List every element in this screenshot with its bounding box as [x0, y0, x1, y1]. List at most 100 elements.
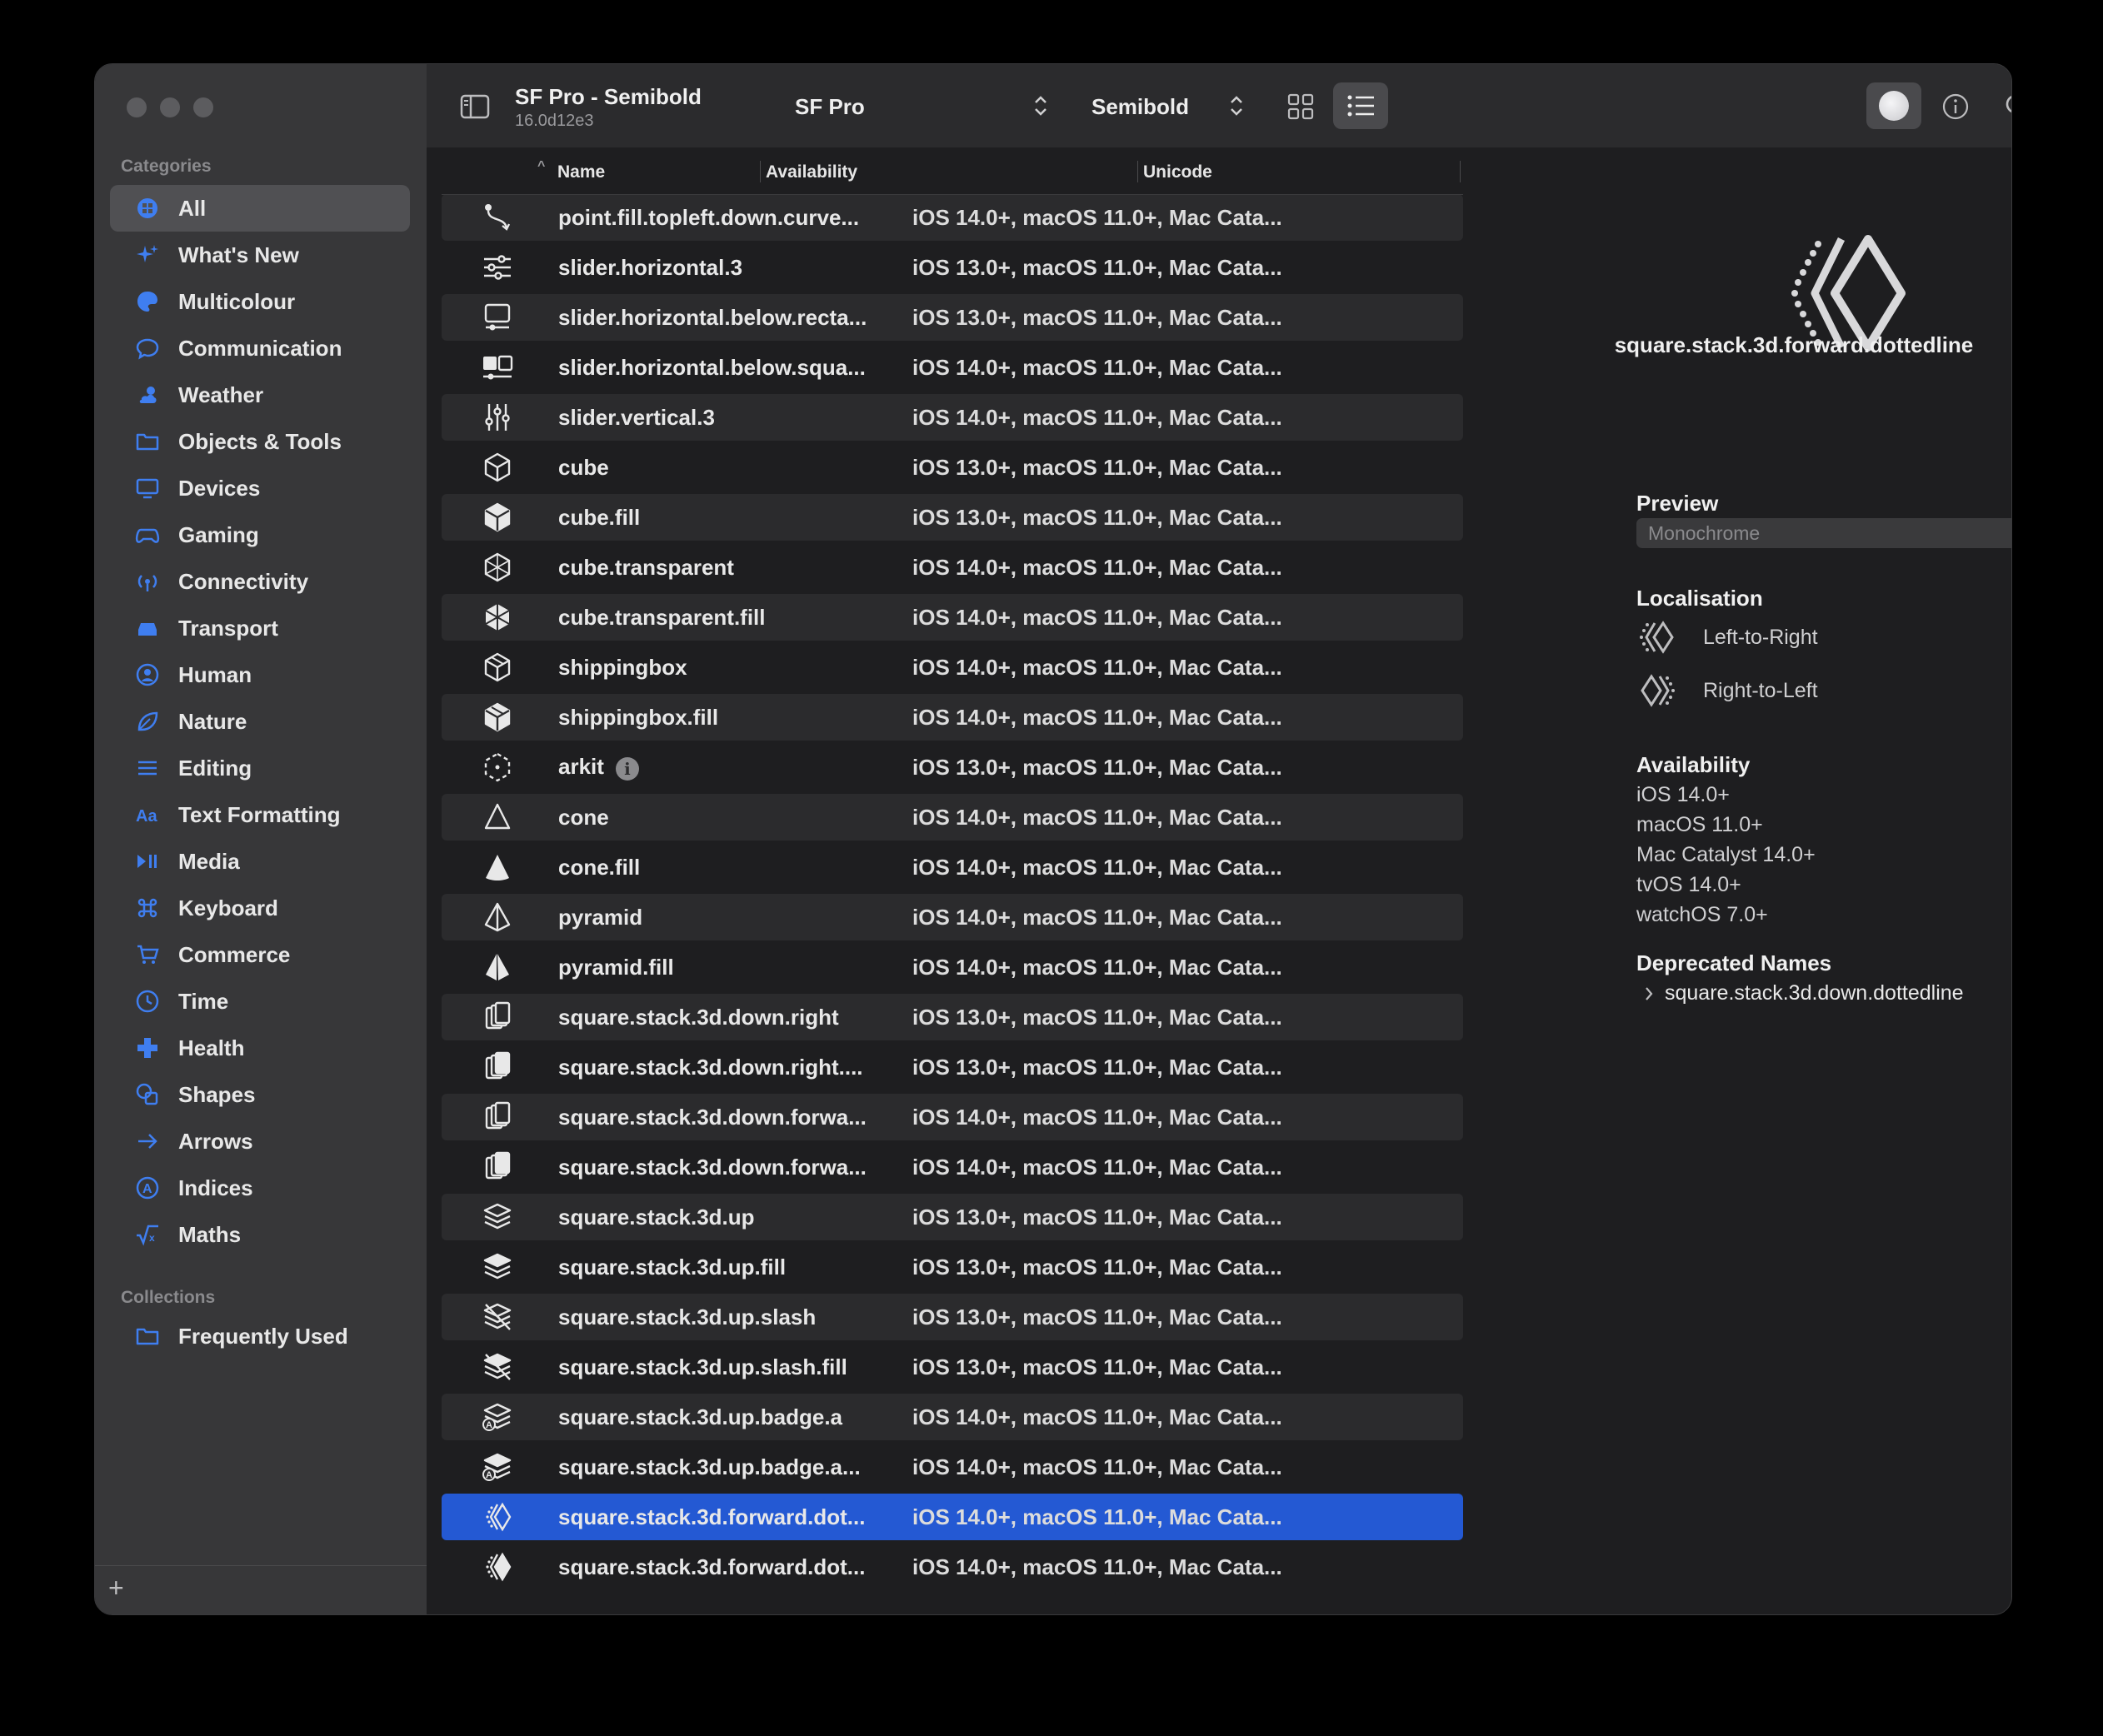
- grid-view-icon[interactable]: [1286, 92, 1315, 121]
- category-item-all[interactable]: All: [110, 185, 410, 232]
- table-row[interactable]: square.stack.3d.down.right.... iOS 13.0+,…: [442, 1044, 1463, 1090]
- symbol-availability: iOS 14.0+, macOS 11.0+, Mac Cata...: [912, 1504, 1282, 1529]
- table-row[interactable]: Asquare.stack.3d.up.badge.a iOS 14.0+, ma…: [442, 1394, 1463, 1440]
- category-item-media[interactable]: Media: [110, 838, 410, 885]
- table-row[interactable]: cone iOS 14.0+, macOS 11.0+, Mac Cata...: [442, 794, 1463, 841]
- table-row[interactable]: Asquare.stack.3d.up.badge.a... iOS 14.0+,…: [442, 1444, 1463, 1490]
- zoom-window-button[interactable]: [193, 97, 213, 117]
- table-row[interactable]: shippingbox.fill iOS 14.0+, macOS 11.0+, …: [442, 694, 1463, 741]
- minimize-window-button[interactable]: [160, 97, 180, 117]
- category-item-editing[interactable]: Editing: [110, 745, 410, 791]
- category-item-keyboard[interactable]: Keyboard: [110, 885, 410, 931]
- localisation-rtl[interactable]: Right-to-Left: [1636, 672, 1818, 709]
- symbol-availability: iOS 14.0+, macOS 11.0+, Mac Cata...: [912, 204, 1282, 230]
- symbol-name: shippingbox: [558, 655, 912, 681]
- category-item-connectivity[interactable]: Connectivity: [110, 558, 410, 605]
- symbol-name: cube: [558, 455, 912, 481]
- preview-mode-select[interactable]: Monochrome: [1636, 518, 2011, 548]
- table-row[interactable]: cone.fill iOS 14.0+, macOS 11.0+, Mac Cat…: [442, 844, 1463, 890]
- window-controls: [127, 97, 213, 117]
- table-row[interactable]: square.stack.3d.forward.dot... iOS 14.0+,…: [442, 1544, 1463, 1590]
- table-row[interactable]: point.fill.topleft.down.curve... iOS 14.0…: [442, 194, 1463, 241]
- category-item-time[interactable]: Time: [110, 978, 410, 1025]
- table-row[interactable]: square.stack.3d.down.forwa... iOS 14.0+, …: [442, 1144, 1463, 1190]
- symbol-name-text: square.stack.3d.up.badge.a: [558, 1404, 843, 1429]
- category-item-commerce[interactable]: Commerce: [110, 931, 410, 978]
- list-icon: [1347, 95, 1374, 117]
- table-row-selected[interactable]: square.stack.3d.forward.dot... iOS 14.0+,…: [442, 1494, 1463, 1540]
- table-row[interactable]: square.stack.3d.down.forwa... iOS 14.0+, …: [442, 1094, 1463, 1140]
- table-row[interactable]: pyramid.fill iOS 14.0+, macOS 11.0+, Mac …: [442, 944, 1463, 990]
- collection-item-frequently-used[interactable]: Frequently Used: [110, 1313, 410, 1359]
- table-row[interactable]: slider.horizontal.3 iOS 13.0+, macOS 11.0…: [442, 244, 1463, 291]
- grid-circle-icon: [135, 196, 160, 221]
- column-name[interactable]: Name: [557, 162, 605, 182]
- symbol-availability: iOS 14.0+, macOS 11.0+, Mac Cata...: [912, 804, 1282, 830]
- sidebar-toggle-icon[interactable]: [460, 94, 490, 119]
- category-item-weather[interactable]: Weather: [110, 372, 410, 418]
- table-row[interactable]: arkit i iOS 13.0+, macOS 11.0+, Mac Cata..…: [442, 744, 1463, 791]
- category-item-transport[interactable]: Transport: [110, 605, 410, 651]
- table-row[interactable]: slider.horizontal.below.squa... iOS 14.0+…: [442, 344, 1463, 391]
- category-item-what-s-new[interactable]: What's New: [110, 232, 410, 278]
- table-row[interactable]: square.stack.3d.up.slash iOS 13.0+, macOS…: [442, 1294, 1463, 1340]
- category-item-text-formatting[interactable]: Aa Text Formatting: [110, 791, 410, 838]
- deprecated-name-row[interactable]: square.stack.3d.down.dottedline: [1643, 981, 1964, 1005]
- symbol-name-text: cone: [558, 804, 609, 830]
- table-row[interactable]: pyramid iOS 14.0+, macOS 11.0+, Mac Cata.…: [442, 894, 1463, 940]
- symbol-name: slider.horizontal.below.squa...: [558, 355, 912, 381]
- list-view-button[interactable]: [1333, 82, 1388, 129]
- symbol-availability: iOS 14.0+, macOS 11.0+, Mac Cata...: [912, 1154, 1282, 1180]
- cross-icon: [135, 1035, 160, 1060]
- table-row[interactable]: slider.vertical.3 iOS 14.0+, macOS 11.0+,…: [442, 394, 1463, 441]
- slider-below-rect-icon: [442, 302, 558, 333]
- search-icon[interactable]: [2004, 92, 2012, 121]
- close-window-button[interactable]: [127, 97, 147, 117]
- category-item-indices[interactable]: A Indices: [110, 1165, 410, 1211]
- updown-chevron-icon[interactable]: [1032, 92, 1049, 119]
- column-unicode[interactable]: Unicode: [1143, 162, 1212, 182]
- info-badge-icon[interactable]: i: [615, 756, 639, 781]
- table-row[interactable]: square.stack.3d.up iOS 13.0+, macOS 11.0+…: [442, 1194, 1463, 1240]
- slider-below-square-icon: [442, 352, 558, 383]
- category-item-label: Multicolour: [178, 288, 296, 314]
- table-row[interactable]: cube.transparent.fill iOS 14.0+, macOS 11…: [442, 594, 1463, 641]
- updown-chevron-icon[interactable]: [1228, 92, 1245, 119]
- category-item-communication[interactable]: Communication: [110, 325, 410, 372]
- table-row[interactable]: cube.transparent iOS 14.0+, macOS 11.0+, …: [442, 544, 1463, 591]
- symbol-availability: iOS 13.0+, macOS 11.0+, Mac Cata...: [912, 1354, 1282, 1379]
- category-item-shapes[interactable]: Shapes: [110, 1071, 410, 1118]
- symbol-availability: iOS 14.0+, macOS 11.0+, Mac Cata...: [912, 1454, 1282, 1479]
- table-row[interactable]: shippingbox iOS 14.0+, macOS 11.0+, Mac C…: [442, 644, 1463, 691]
- table-row[interactable]: square.stack.3d.up.slash.fill iOS 13.0+, …: [442, 1344, 1463, 1390]
- table-row[interactable]: slider.horizontal.below.recta... iOS 13.0…: [442, 294, 1463, 341]
- symbol-name-text: arkit: [558, 754, 604, 780]
- category-item-objects-tools[interactable]: Objects & Tools: [110, 418, 410, 465]
- category-item-label: Shapes: [178, 1081, 256, 1107]
- color-mode-button[interactable]: [1866, 82, 1921, 129]
- category-item-human[interactable]: Human: [110, 651, 410, 698]
- info-icon[interactable]: [1941, 92, 1970, 121]
- table-row[interactable]: cube.fill iOS 13.0+, macOS 11.0+, Mac Cat…: [442, 494, 1463, 541]
- symbol-availability: iOS 14.0+, macOS 11.0+, Mac Cata...: [912, 654, 1282, 680]
- category-item-health[interactable]: Health: [110, 1025, 410, 1071]
- table-row[interactable]: cube iOS 13.0+, macOS 11.0+, Mac Cata...: [442, 444, 1463, 491]
- table-row[interactable]: square.stack.3d.down.right iOS 13.0+, mac…: [442, 994, 1463, 1040]
- font-weight-popup[interactable]: Semibold: [1091, 94, 1189, 120]
- category-item-gaming[interactable]: Gaming: [110, 511, 410, 558]
- column-header: ^ Name Availability Unicode: [442, 147, 1463, 195]
- chevron-right-icon[interactable]: [1643, 985, 1655, 1003]
- column-availability[interactable]: Availability: [766, 162, 857, 182]
- symbol-name-text: square.stack.3d.down.right: [558, 1004, 839, 1030]
- table-row[interactable]: square.stack.3d.up.fill iOS 13.0+, macOS …: [442, 1244, 1463, 1290]
- category-item-devices[interactable]: Devices: [110, 465, 410, 511]
- category-item-label: Connectivity: [178, 568, 309, 594]
- localisation-ltr[interactable]: Left-to-Right: [1636, 619, 1818, 656]
- category-item-arrows[interactable]: Arrows: [110, 1118, 410, 1165]
- add-collection-button[interactable]: +: [108, 1573, 124, 1604]
- font-family-popup[interactable]: SF Pro: [795, 94, 865, 120]
- category-item-maths[interactable]: x Maths: [110, 1211, 410, 1258]
- category-item-multicolour[interactable]: Multicolour: [110, 278, 410, 325]
- category-item-nature[interactable]: Nature: [110, 698, 410, 745]
- stack-up-icon: [442, 1201, 558, 1233]
